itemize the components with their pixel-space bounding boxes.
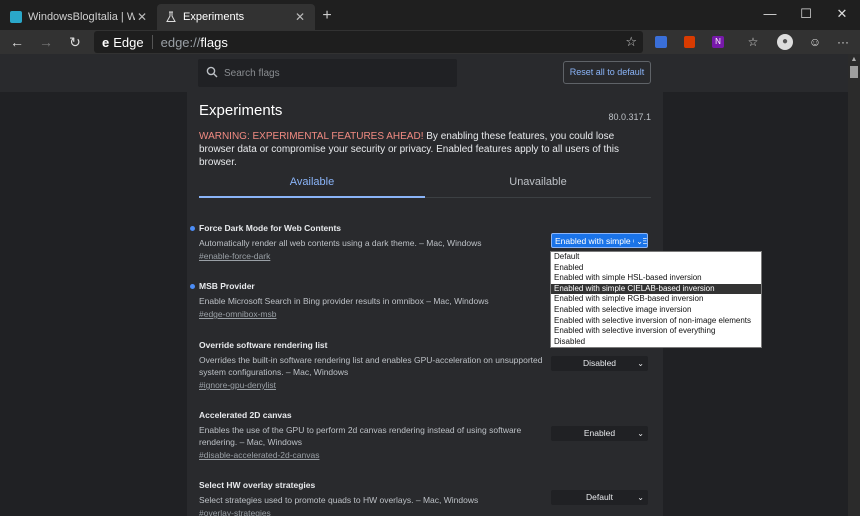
back-button[interactable]: ←	[6, 32, 28, 52]
search-box[interactable]	[198, 59, 457, 87]
scrollbar-thumb[interactable]	[850, 66, 858, 78]
experiment-name: Select HW overlay strategies	[199, 480, 316, 490]
experiment-name: MSB Provider	[199, 281, 255, 291]
override-rendering-select[interactable]: Disabled ⌄	[551, 356, 648, 371]
close-tab-icon[interactable]: ✕	[135, 10, 149, 24]
office-icon[interactable]	[681, 33, 699, 51]
page-title: Experiments	[199, 102, 283, 119]
refresh-button[interactable]: ↻	[64, 32, 86, 52]
tab-title: WindowsBlogItalia | Windows, S	[28, 11, 135, 23]
blog-favicon-icon	[10, 11, 22, 23]
flask-icon	[165, 11, 177, 23]
more-icon[interactable]: ···	[834, 33, 852, 51]
hw-overlay-select[interactable]: Default ⌄	[551, 490, 648, 505]
experiment-msb-provider: MSB Provider Enable Microsoft Search in …	[190, 281, 544, 319]
experiment-link[interactable]: #ignore-gpu-denylist	[199, 380, 544, 390]
experiment-name: Accelerated 2D canvas	[199, 410, 292, 420]
select-value: Default	[586, 492, 613, 502]
search-input[interactable]	[224, 67, 444, 79]
experiment-desc: Overrides the built-in software renderin…	[199, 355, 543, 377]
dropdown-option[interactable]: Default	[551, 252, 761, 263]
experiment-link[interactable]: #overlay-strategies	[199, 508, 544, 516]
tab-unavailable[interactable]: Unavailable	[425, 176, 651, 188]
dropdown-option-selected[interactable]: Enabled with simple CIELAB-based inversi…	[551, 283, 761, 295]
dropdown-option[interactable]: Enabled	[551, 263, 761, 274]
experiment-desc: Automatically render all web contents us…	[199, 238, 482, 248]
scroll-up-icon[interactable]: ▲	[848, 54, 860, 66]
chevron-down-icon: ⌄	[637, 359, 644, 368]
browser-toolbar: ← → ↻ e Edge edge:// flags ☆ N ☆ ● ☺ ···	[0, 30, 860, 54]
experiment-desc: Select strategies used to promote quads …	[199, 495, 479, 505]
experiment-name: Force Dark Mode for Web Contents	[199, 223, 341, 233]
experiment-desc: Enable Microsoft Search in Bing provider…	[199, 296, 489, 306]
title-bar: WindowsBlogItalia | Windows, S ✕ Experim…	[0, 0, 860, 30]
active-tab-indicator	[199, 196, 425, 198]
tab-windowsblogitalia[interactable]: WindowsBlogItalia | Windows, S ✕	[2, 4, 157, 30]
modified-indicator	[190, 284, 195, 289]
experiment-link[interactable]: #edge-omnibox-msb	[199, 309, 544, 319]
experiment-hw-overlay: Select HW overlay strategies Select stra…	[199, 480, 544, 516]
force-dark-select[interactable]: Enabled with simple CIELAB-based inversi…	[551, 233, 648, 248]
modified-indicator	[190, 226, 195, 231]
onenote-icon[interactable]: N	[709, 33, 727, 51]
experiment-desc: Enables the use of the GPU to perform 2d…	[199, 425, 522, 447]
dropdown-option[interactable]: Enabled with selective inversion of non-…	[551, 316, 761, 327]
experiment-force-dark: Force Dark Mode for Web Contents Automat…	[190, 223, 544, 261]
new-tab-button[interactable]: +	[317, 6, 337, 26]
close-window-button[interactable]: ✕	[824, 0, 860, 30]
experiment-link[interactable]: #disable-accelerated-2d-canvas	[199, 450, 544, 460]
minimize-button[interactable]: —	[752, 0, 788, 30]
close-tab-icon[interactable]: ✕	[293, 10, 307, 24]
experiment-override-software-rendering: Override software rendering list Overrid…	[199, 340, 544, 390]
select-value: Disabled	[582, 358, 617, 368]
warning-text: WARNING: EXPERIMENTAL FEATURES AHEAD! By…	[199, 130, 639, 169]
address-bar[interactable]: e Edge edge:// flags ☆	[94, 31, 643, 53]
collections-icon[interactable]: ☆	[744, 33, 762, 51]
experiment-link[interactable]: #enable-force-dark	[199, 251, 544, 261]
search-icon	[206, 66, 218, 81]
profile-icon[interactable]: ●	[776, 33, 794, 51]
extension-icon[interactable]	[652, 33, 670, 51]
edge-logo-icon: e	[102, 34, 110, 50]
page-scrollbar[interactable]: ▲	[848, 54, 860, 516]
site-identity: Edge	[113, 34, 144, 50]
tab-strip: Available Unavailable	[199, 172, 651, 198]
url-protocol: edge://	[160, 34, 201, 50]
warning-prefix: WARNING: EXPERIMENTAL FEATURES AHEAD!	[199, 131, 424, 142]
url-path: flags	[200, 34, 228, 50]
experiment-name: Override software rendering list	[199, 340, 328, 350]
accelerated-canvas-select[interactable]: Enabled ⌄	[551, 426, 648, 441]
dropdown-option[interactable]: Enabled with simple RGB-based inversion	[551, 294, 761, 305]
tab-title: Experiments	[183, 11, 245, 23]
forward-button[interactable]: →	[35, 32, 57, 52]
search-header: Reset all to default	[0, 54, 848, 92]
dropdown-option[interactable]: Enabled with selective image inversion	[551, 305, 761, 316]
select-value: Enabled	[583, 428, 616, 438]
reset-all-button[interactable]: Reset all to default	[563, 61, 651, 84]
experiment-accelerated-2d-canvas: Accelerated 2D canvas Enables the use of…	[199, 410, 544, 460]
tab-available[interactable]: Available	[199, 176, 425, 188]
dropdown-option[interactable]: Disabled	[551, 337, 761, 348]
force-dark-dropdown-list: Default Enabled Enabled with simple HSL-…	[550, 251, 762, 348]
dropdown-option[interactable]: Enabled with simple HSL-based inversion	[551, 273, 761, 284]
address-separator	[151, 35, 153, 49]
tab-experiments[interactable]: Experiments ✕	[157, 4, 315, 30]
star-icon[interactable]: ☆	[625, 34, 637, 50]
chevron-down-icon: ⌄	[637, 429, 644, 438]
maximize-button[interactable]: ☐	[788, 0, 824, 30]
chevron-down-icon: ⌄	[634, 234, 643, 247]
chevron-down-icon: ⌄	[637, 493, 644, 502]
dropdown-option[interactable]: Enabled with selective inversion of ever…	[551, 326, 761, 337]
version-label: 80.0.317.1	[608, 112, 651, 122]
emoji-icon[interactable]: ☺	[806, 33, 824, 51]
